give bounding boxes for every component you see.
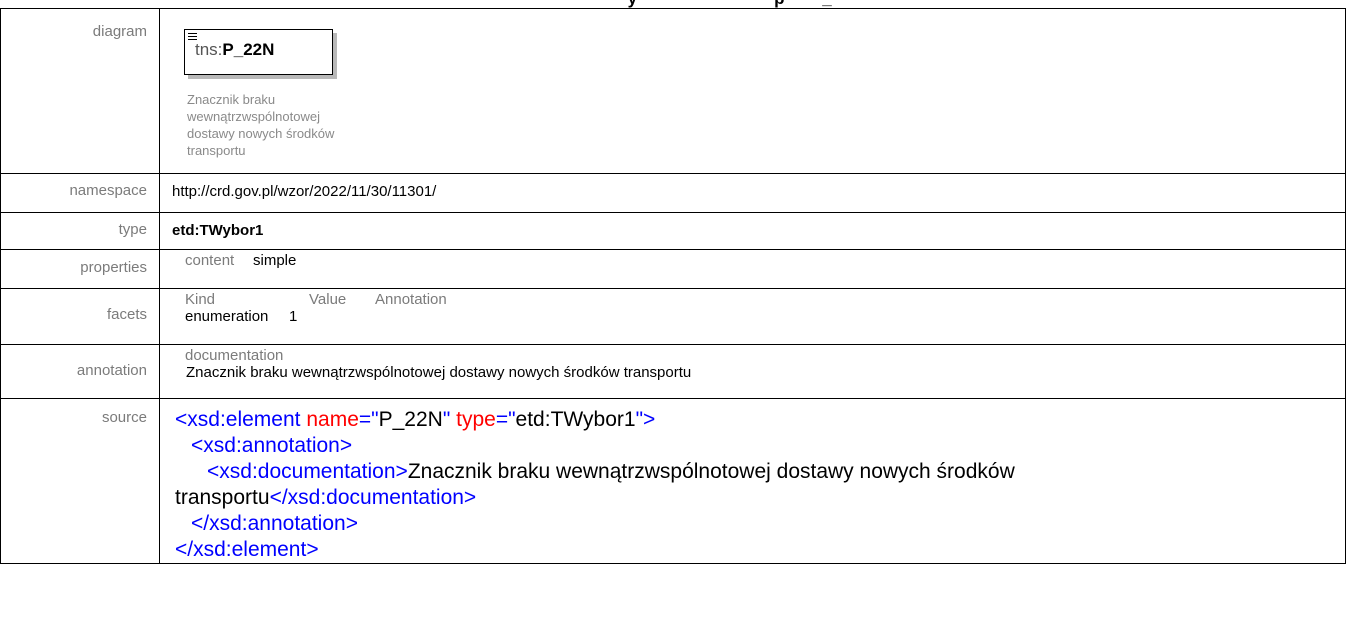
facets-header-annotation: Annotation: [375, 291, 447, 308]
element-diagram: tns:P_22N Znacznik braku wewnątrzwspólno…: [160, 9, 1345, 173]
label-annotation: annotation: [76, 362, 147, 379]
facets-header-kind: Kind: [185, 291, 216, 308]
properties-key: content: [185, 252, 235, 269]
source-line-6: </xsd:element>: [175, 538, 319, 561]
source-line-3: <xsd:documentation>Znacznik braku wewnąt…: [207, 460, 1015, 483]
label-properties: properties: [80, 259, 147, 276]
row-type: type etd:TWybor1: [0, 212, 1346, 250]
annotation-key: documentation: [185, 347, 284, 364]
row-annotation: annotation documentation Znacznik braku …: [0, 344, 1346, 399]
properties-value: simple: [253, 252, 297, 269]
schema-doc-table: diagram tns:P_22N Znacznik braku wewnątr…: [0, 8, 1346, 564]
facet-value: 1: [289, 308, 298, 325]
annotation-text: Znacznik braku wewnątrzwspólnotowej dost…: [186, 364, 692, 381]
label-source: source: [101, 409, 147, 426]
row-diagram: diagram tns:P_22N Znacznik braku wewnątr…: [0, 8, 1346, 174]
facet-kind: enumeration: [185, 308, 269, 325]
row-source: source <xsd:element name="P_22N" type="e…: [0, 398, 1346, 564]
row-properties: properties content simple: [0, 249, 1346, 289]
label-diagram: diagram: [92, 23, 147, 40]
source-line-5: </xsd:annotation>: [191, 512, 358, 535]
facets-header: Kind Value Annotation: [160, 289, 1345, 308]
namespace-value: http://crd.gov.pl/wzor/2022/11/30/11301/: [172, 183, 437, 200]
properties-table: content simple: [160, 250, 1345, 269]
diagram-documentation: Znacznik braku wewnątrzwspólnotowej dost…: [187, 92, 335, 158]
source-line-1: <xsd:element name="P_22N" type="etd:TWyb…: [175, 408, 656, 431]
row-namespace: namespace http://crd.gov.pl/wzor/2022/11…: [0, 173, 1346, 213]
facets-row: enumeration 1: [160, 308, 1345, 325]
annotation-header: documentation: [160, 345, 1345, 364]
source-code: <xsd:element name="P_22N" type="etd:TWyb…: [160, 399, 1345, 563]
diagram-element-name: tns:P_22N: [195, 40, 275, 59]
label-type: type: [118, 221, 147, 238]
source-line-4: transportu</xsd:documentation>: [175, 486, 477, 509]
label-facets: facets: [106, 306, 147, 323]
label-namespace: namespace: [69, 182, 147, 199]
source-line-2: <xsd:annotation>: [191, 434, 353, 457]
diagram-element-box[interactable]: tns:P_22N: [184, 29, 333, 75]
row-facets: facets Kind Value Annotation enumeration…: [0, 288, 1346, 345]
type-link[interactable]: etd:TWybor1: [160, 213, 1345, 239]
facets-header-value: Value: [309, 291, 347, 308]
